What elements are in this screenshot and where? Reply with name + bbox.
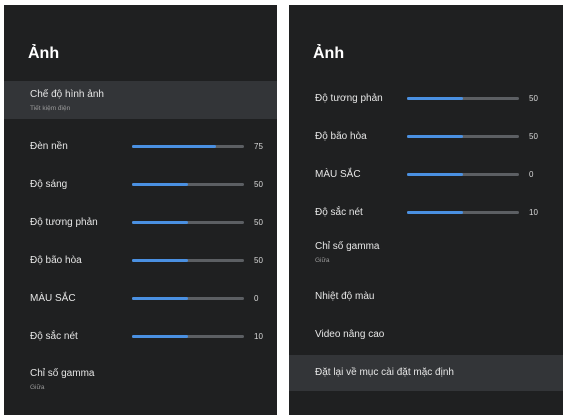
slider-row[interactable]: Độ tương phản 50 [4, 205, 277, 243]
slider-label: Độ bão hòa [315, 131, 367, 142]
gamma-item[interactable]: Chỉ số gamma Giữa [4, 362, 277, 400]
advanced-video-label: Video nâng cao [315, 329, 385, 340]
slider-fill [132, 297, 188, 300]
slider-value: 10 [529, 208, 538, 217]
slider-value: 50 [254, 256, 263, 265]
slider-row[interactable]: Độ sắc nét 10 [289, 195, 563, 233]
slider-track[interactable] [132, 297, 244, 300]
gamma-value: Giữa [315, 257, 330, 264]
slider-row[interactable]: Độ tương phản 50 [289, 81, 563, 119]
slider-value: 50 [529, 132, 538, 141]
slider-value: 50 [254, 180, 263, 189]
slider-row[interactable]: MÀU SẮC 0 [4, 281, 277, 319]
slider-row[interactable]: Độ bão hòa 50 [4, 243, 277, 281]
slider-label: Độ tương phản [30, 217, 98, 228]
slider-track[interactable] [132, 221, 244, 224]
panel-title: Ảnh [313, 45, 345, 62]
color-temperature-label: Nhiệt độ màu [315, 291, 375, 302]
slider-label: Đèn nền [30, 141, 68, 152]
slider-fill [132, 183, 188, 186]
slider-track[interactable] [407, 211, 519, 214]
reset-defaults-label: Đặt lại về mục cài đặt mặc định [315, 367, 454, 378]
slider-fill [407, 135, 463, 138]
slider-track[interactable] [132, 183, 244, 186]
slider-track[interactable] [132, 259, 244, 262]
picture-mode-value: Tiết kiệm điện [30, 105, 71, 112]
slider-row[interactable]: Đèn nền 75 [4, 129, 277, 167]
slider-row[interactable]: MÀU SẮC 0 [289, 157, 563, 195]
slider-fill [407, 211, 463, 214]
advanced-video-item[interactable]: Video nâng cao [289, 321, 563, 359]
picture-mode-label: Chế độ hình ảnh [30, 89, 104, 100]
panel-title: Ảnh [28, 45, 60, 62]
slider-fill [132, 259, 188, 262]
slider-row[interactable]: Độ bão hòa 50 [289, 119, 563, 157]
reset-defaults-item[interactable]: Đặt lại về mục cài đặt mặc định [289, 355, 563, 391]
slider-value: 10 [254, 332, 263, 341]
slider-value: 50 [254, 218, 263, 227]
slider-value: 50 [529, 94, 538, 103]
slider-label: Độ bão hòa [30, 255, 82, 266]
slider-track[interactable] [132, 335, 244, 338]
gamma-label: Chỉ số gamma [30, 368, 95, 379]
slider-label: Độ sắc nét [315, 207, 363, 218]
slider-value: 0 [529, 170, 534, 179]
slider-row[interactable]: Độ sáng 50 [4, 167, 277, 205]
slider-label: Độ sắc nét [30, 331, 78, 342]
slider-fill [132, 335, 188, 338]
gamma-label: Chỉ số gamma [315, 241, 380, 252]
slider-track[interactable] [407, 173, 519, 176]
slider-label: MÀU SẮC [30, 293, 76, 304]
slider-track[interactable] [407, 135, 519, 138]
slider-label: Độ sáng [30, 179, 68, 190]
slider-row[interactable]: Độ sắc nét 10 [4, 319, 277, 357]
slider-fill [132, 145, 216, 148]
slider-track[interactable] [132, 145, 244, 148]
picture-settings-panel-right: Ảnh Độ tương phản 50 Độ bão hòa 50 MÀU SẮC 0 Đ… [289, 5, 563, 415]
slider-track[interactable] [407, 97, 519, 100]
picture-settings-panel-left: Ảnh Chế độ hình ảnh Tiết kiệm điện Đèn n… [4, 5, 277, 415]
slider-value: 75 [254, 142, 263, 151]
slider-label: MÀU SẮC [315, 169, 361, 180]
slider-fill [407, 173, 463, 176]
gamma-value: Giữa [30, 384, 45, 391]
picture-mode-item[interactable]: Chế độ hình ảnh Tiết kiệm điện [4, 81, 277, 119]
color-temperature-item[interactable]: Nhiệt độ màu [289, 283, 563, 321]
slider-fill [407, 97, 463, 100]
slider-fill [132, 221, 188, 224]
gamma-item[interactable]: Chỉ số gamma Giữa [289, 233, 563, 271]
slider-value: 0 [254, 294, 259, 303]
slider-label: Độ tương phản [315, 93, 383, 104]
